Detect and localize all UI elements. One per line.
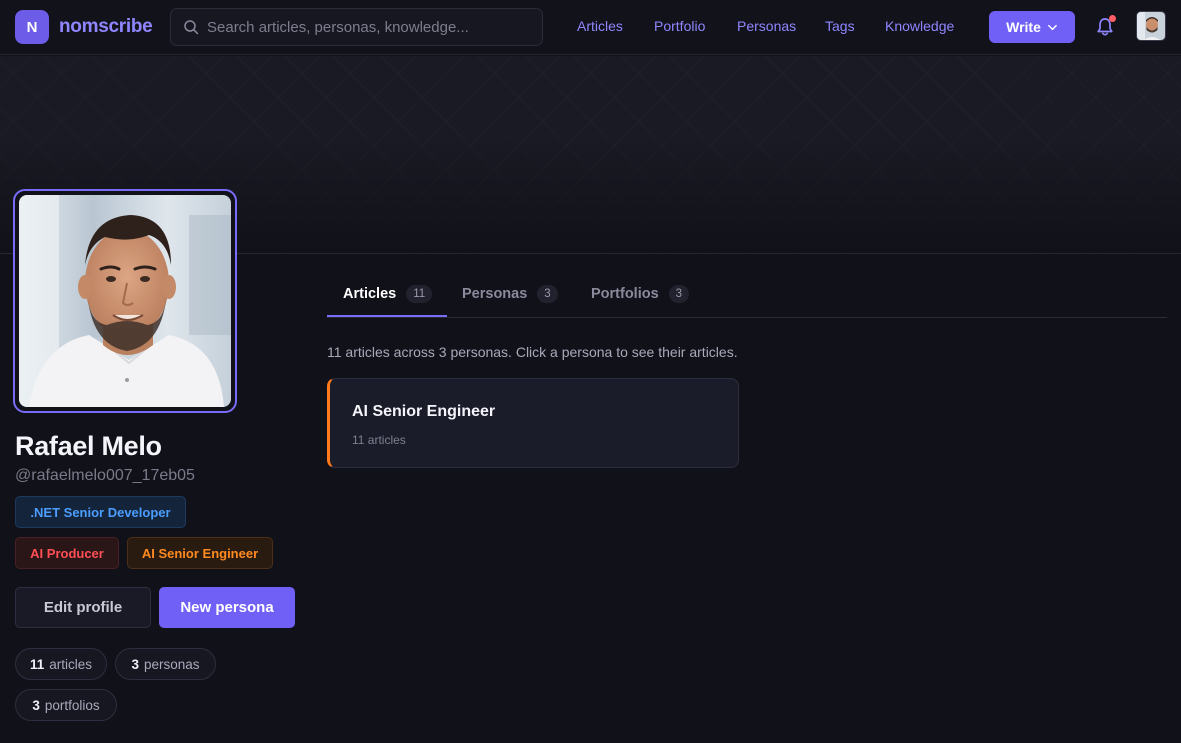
- nav-link-portfolio[interactable]: Portfolio: [654, 18, 705, 34]
- profile-photo: [13, 189, 237, 413]
- edit-profile-button[interactable]: Edit profile: [15, 587, 151, 628]
- tab-personas-label: Personas: [462, 285, 528, 302]
- brand-name[interactable]: nomscribe: [59, 16, 153, 38]
- stat-articles-count: 11: [29, 656, 45, 672]
- persona-chip-ai-producer[interactable]: AI Producer: [15, 537, 119, 569]
- tab-personas-count: 3: [537, 284, 558, 303]
- persona-card-title: AI Senior Engineer: [352, 403, 496, 420]
- nav-link-articles[interactable]: Articles: [577, 18, 623, 34]
- tab-articles-count: 11: [406, 284, 433, 303]
- tab-portfolios-count: 3: [668, 284, 690, 303]
- nav-link-personas[interactable]: Personas: [737, 18, 796, 34]
- articles-summary: 11 articles across 3 personas. Click a p…: [327, 344, 738, 360]
- tab-portfolios-label: Portfolios: [591, 285, 659, 302]
- stat-portfolios-count: 3: [32, 697, 40, 713]
- stat-articles[interactable]: 11 articles: [15, 648, 107, 680]
- persona-card[interactable]: AI Senior Engineer 11 articles: [327, 378, 739, 468]
- write-button-label: Write: [1006, 19, 1041, 35]
- write-button[interactable]: Write: [989, 11, 1075, 43]
- search-input[interactable]: [207, 9, 537, 45]
- nav-avatar[interactable]: [1136, 11, 1166, 41]
- stat-personas-label: personas: [143, 656, 200, 672]
- profile-photo-image: [19, 195, 231, 407]
- persona-chip-ai-senior-engineer[interactable]: AI Senior Engineer: [127, 537, 273, 569]
- stat-articles-label: articles: [49, 656, 93, 672]
- active-tab-indicator: [327, 315, 447, 317]
- persona-chip-dotnet[interactable]: .NET Senior Developer: [15, 496, 186, 528]
- profile-tabs: Articles 11 Personas 3 Portfolios 3: [327, 270, 1167, 318]
- tab-articles[interactable]: Articles 11: [343, 270, 433, 317]
- stat-portfolios-label: portfolios: [44, 697, 100, 713]
- tab-portfolios[interactable]: Portfolios 3: [591, 270, 690, 317]
- tab-articles-label: Articles: [343, 285, 397, 302]
- persona-card-subtitle: 11 articles: [352, 433, 406, 447]
- top-nav-bar: N nomscribe Articles Portfolio Personas …: [0, 0, 1181, 55]
- profile-handle: @rafaelmelo007_17eb05: [15, 467, 195, 484]
- tab-personas[interactable]: Personas 3: [462, 270, 558, 317]
- logo-letter: N: [26, 18, 38, 36]
- logo-mark[interactable]: N: [15, 10, 49, 44]
- search-icon: [184, 20, 199, 35]
- new-persona-button[interactable]: New persona: [159, 587, 295, 628]
- search-box[interactable]: [170, 8, 543, 46]
- notification-dot: [1109, 15, 1116, 22]
- nav-link-knowledge[interactable]: Knowledge: [885, 18, 954, 34]
- stat-personas[interactable]: 3 personas: [115, 648, 216, 680]
- stat-portfolios[interactable]: 3 portfolios: [15, 689, 117, 721]
- stat-personas-count: 3: [131, 656, 139, 672]
- avatar-image: [1137, 12, 1165, 40]
- profile-name: Rafael Melo: [15, 431, 162, 461]
- chevron-down-icon: [1047, 24, 1057, 30]
- nav-link-tags[interactable]: Tags: [825, 18, 855, 34]
